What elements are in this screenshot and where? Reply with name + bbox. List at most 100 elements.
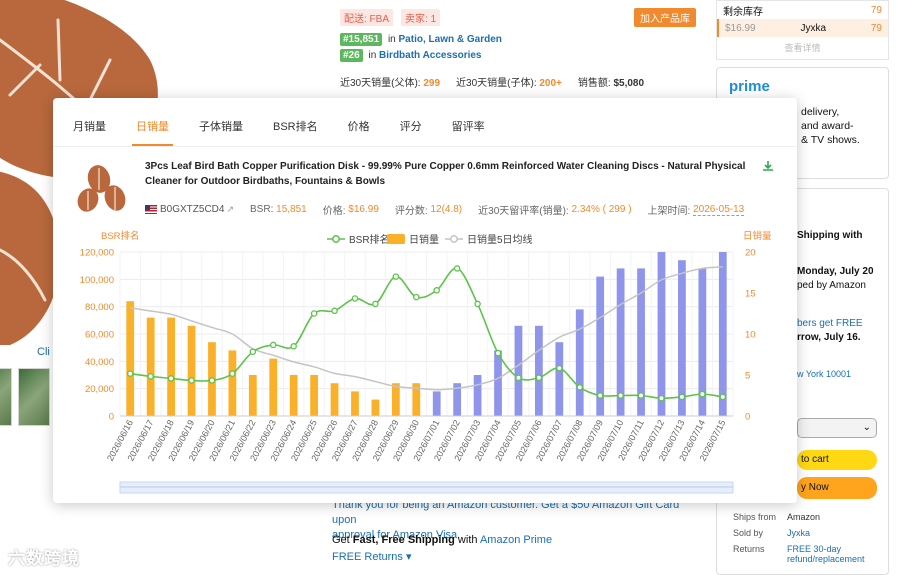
amazon-prime-link[interactable]: Amazon Prime [480, 534, 552, 546]
sales-bar [330, 383, 339, 416]
bsr-point [719, 393, 727, 401]
y-axis-right-title: 日销量 [743, 230, 772, 242]
sales-bar [228, 350, 237, 416]
y-tick-left: 20,000 [85, 384, 114, 395]
tab-variant-sales[interactable]: 子体销量 [199, 110, 256, 142]
bsr-point [310, 310, 318, 317]
bsr-point [474, 300, 481, 308]
thumbnail-image[interactable] [0, 368, 12, 426]
bsr-point [208, 377, 216, 384]
tab-review-rate[interactable]: 留评率 [452, 110, 498, 142]
external-link-icon[interactable]: ↗ [226, 204, 234, 215]
y-tick-left: 120,000 [80, 248, 114, 259]
legend-label: 日销量 [409, 233, 439, 246]
review-rate-value: 2.34% ( 299 ) [571, 204, 632, 215]
tab-monthly-sales[interactable]: 月销量 [73, 110, 119, 142]
free-returns-link[interactable]: FREE Returns ▾ [332, 550, 412, 563]
daily-sales-chart: BSR排名 日销量 日销量5日均线 BSR排名 日销量 0 20,000 40,000 60,0… [80, 230, 772, 494]
category-link[interactable]: Patio, Lawn & Garden [399, 34, 502, 45]
trend-tabs: 月销量 日销量 子体销量 BSR排名 价格 评分 留评率 [73, 110, 515, 146]
sales-bar [555, 342, 564, 416]
click-hint-text[interactable]: Cli [37, 346, 50, 358]
tab-rating[interactable]: 评分 [400, 110, 435, 142]
bsr-value: 15,851 [276, 204, 307, 215]
add-to-library-button[interactable]: 加入产品库 [634, 8, 696, 27]
thumbnail-image[interactable] [18, 368, 50, 426]
sales-bar [146, 317, 155, 416]
add-to-cart-button[interactable]: to cart [797, 450, 877, 470]
sales-bar [269, 358, 278, 416]
sales-stats-row: 近30天销量(父体): 299 近30天销量(子体): 200+ 销售额: $5… [340, 78, 645, 89]
y-tick-left: 80,000 [85, 302, 114, 313]
y-tick-left: 0 [109, 412, 114, 423]
sales-bar [391, 383, 400, 416]
sales-bar [718, 252, 727, 416]
bsr-point [494, 349, 502, 357]
tab-price[interactable]: 价格 [348, 110, 383, 142]
listed-date-value: 2026-05-13 [693, 203, 745, 216]
sales-bar [535, 325, 543, 416]
rank-row-main: #15,851 in Patio, Lawn & Garden [340, 33, 502, 46]
legend-swatch [332, 235, 340, 243]
stock-seller-row: $16.99 Jyxka 79 [717, 19, 888, 37]
y-tick-left: 60,000 [85, 330, 114, 341]
bsr-point [433, 287, 440, 294]
y-tick-left: 40,000 [85, 357, 114, 368]
rank-row-sub: #26 in Birdbath Accessories [340, 49, 482, 62]
asin-text[interactable]: B0GXTZ5CD4 [160, 204, 224, 215]
bsr-point [351, 295, 359, 302]
bsr-point [515, 374, 522, 381]
y-tick-left: 100,000 [80, 275, 114, 286]
sales-bar [289, 375, 298, 416]
stock-details-link[interactable]: 查看详情 [717, 41, 888, 54]
tab-divider [53, 146, 797, 147]
buy-now-button[interactable]: y Now [797, 477, 877, 499]
bsr-point [331, 307, 338, 315]
bsr-point [637, 392, 645, 399]
y-tick-right: 10 [745, 330, 756, 341]
download-icon[interactable] [761, 159, 775, 173]
category-link[interactable]: Birdbath Accessories [379, 50, 481, 61]
watermark-logo: 六数跨境 [8, 549, 80, 568]
sales-bar [432, 391, 441, 416]
y-tick-right: 5 [745, 371, 750, 382]
sales-bar [187, 325, 196, 416]
rating-value: 12(4.8) [430, 204, 463, 215]
legend-swatch [387, 234, 405, 244]
product-thumbnail[interactable] [75, 160, 131, 216]
bsr-point [413, 293, 420, 301]
sales-bar [351, 391, 359, 416]
bsr-point [556, 364, 563, 372]
bsr-point [372, 300, 379, 308]
tab-daily-sales[interactable]: 日销量 [132, 110, 182, 146]
legend-swatch [450, 235, 458, 243]
legend-label: BSR排名 [349, 233, 390, 246]
product-meta-row: B0GXTZ5CD4 ↗ BSR: 15,851 价格: $16.99 评分数:… [145, 202, 745, 217]
bsr-point [658, 394, 665, 402]
prime-logo: prime [729, 78, 770, 95]
bsr-point [229, 370, 236, 377]
tab-bsr-rank[interactable]: BSR排名 [273, 110, 331, 142]
y-tick-right: 20 [745, 248, 756, 259]
chevron-down-icon: ⌄ [862, 422, 871, 433]
sales-bar [514, 325, 523, 416]
product-title[interactable]: 3Pcs Leaf Bird Bath Copper Purification … [145, 159, 755, 189]
rank-badge: #26 [340, 49, 363, 62]
bsr-point [576, 384, 584, 391]
quantity-select[interactable]: ⌄ [797, 418, 877, 438]
bsr-point [392, 273, 400, 280]
sales-trend-panel: 月销量 日销量 子体销量 BSR排名 价格 评分 留评率 3Pcs Leaf B… [53, 98, 797, 503]
bsr-point [535, 374, 543, 381]
sales-bar [126, 301, 135, 416]
bsr-point [596, 392, 604, 399]
sales-bar [310, 375, 318, 416]
legend-label: 日销量5日均线 [467, 233, 533, 246]
y-axis-left-title: BSR排名 [101, 230, 140, 242]
sales-bar [494, 350, 502, 416]
sales-bar [575, 309, 584, 416]
sales-bar [678, 260, 686, 416]
fulfillment-tag: 配送: FBA [340, 9, 394, 26]
rank-badge: #15,851 [340, 33, 383, 46]
stock-box: 剩余库存 79 $16.99 Jyxka 79 查看详情 [716, 0, 889, 60]
sales-bar [473, 375, 482, 416]
